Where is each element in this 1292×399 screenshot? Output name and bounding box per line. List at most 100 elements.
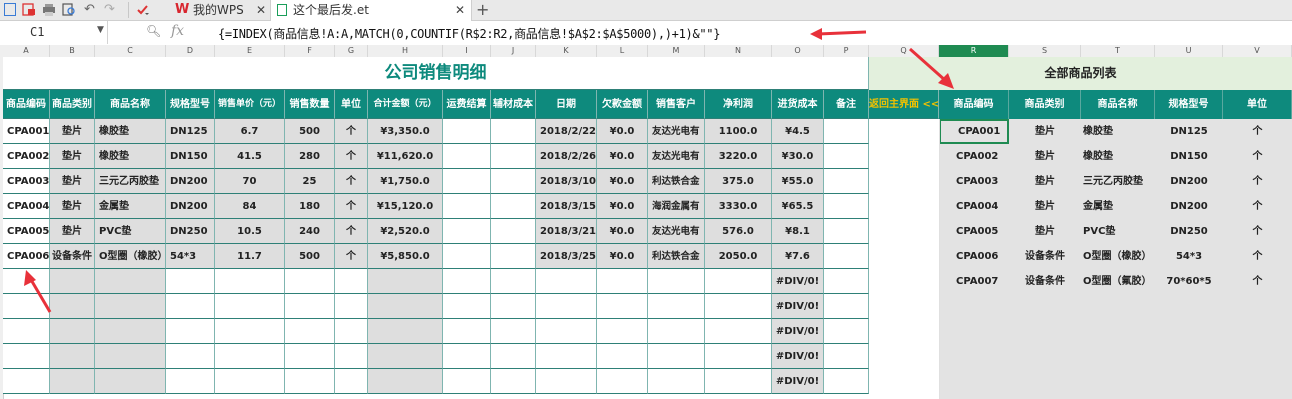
column-header-p[interactable]: P [824,45,869,57]
sales-cell-empty[interactable] [597,294,648,319]
sales-cell[interactable]: ¥65.5 [772,194,824,219]
sales-cell-empty[interactable] [285,294,335,319]
sales-cell[interactable]: 金属垫 [95,194,166,219]
sales-cell[interactable] [824,244,869,269]
product-cell[interactable]: CPA004 [939,194,1009,219]
sales-cell-empty[interactable] [368,294,443,319]
sales-cell[interactable]: 280 [285,144,335,169]
sales-cell[interactable]: 2018/2/22 [536,119,597,144]
sales-cell[interactable]: DN150 [166,144,215,169]
sales-cell-empty[interactable] [50,369,95,394]
sales-cell[interactable]: 375.0 [705,169,772,194]
sales-cell-empty[interactable]: #DIV/0! [772,269,824,294]
sales-cell[interactable]: ¥5,850.0 [368,244,443,269]
sales-cell[interactable]: 设备条件 [50,244,95,269]
sales-cell-empty[interactable] [166,319,215,344]
sales-cell[interactable]: 25 [285,169,335,194]
column-header-b[interactable]: B [50,45,95,57]
sales-cell[interactable]: ¥15,120.0 [368,194,443,219]
sales-cell-empty[interactable] [705,344,772,369]
back-to-main-link[interactable]: 返回主界面 << [869,90,939,119]
sales-cell-empty[interactable] [285,344,335,369]
zoom-icon[interactable]: 🔍︎ [146,24,161,38]
column-header-v[interactable]: V [1223,45,1292,57]
sales-cell-empty[interactable] [95,344,166,369]
sales-cell-empty[interactable] [597,319,648,344]
product-cell[interactable]: CPA002 [939,144,1009,169]
sales-cell[interactable]: 240 [285,219,335,244]
sales-cell[interactable]: ¥0.0 [597,219,648,244]
sales-cell-empty[interactable] [368,269,443,294]
sales-cell[interactable] [491,119,536,144]
sales-cell[interactable]: ¥0.0 [597,194,648,219]
product-cell[interactable]: CPA003 [939,169,1009,194]
sales-cell-empty[interactable] [3,369,50,394]
sales-cell[interactable]: 2018/3/21 [536,219,597,244]
sales-cell-empty[interactable] [491,319,536,344]
sales-cell-empty[interactable] [705,319,772,344]
sales-cell[interactable]: ¥11,620.0 [368,144,443,169]
print-preview-icon[interactable] [62,3,76,16]
sales-cell[interactable]: 180 [285,194,335,219]
sales-cell[interactable] [824,144,869,169]
sales-cell[interactable]: 垫片 [50,119,95,144]
sheet-grid[interactable]: 公司销售明细 商品编码 商品类别 商品名称 规格型号 销售单价（元） 销售数量 单位 合计金额（… [0,47,1292,399]
sales-cell[interactable] [824,119,869,144]
sales-cell[interactable]: PVC垫 [95,219,166,244]
sales-cell-empty[interactable] [95,319,166,344]
product-cell[interactable]: 个 [1223,269,1292,294]
sales-cell-empty[interactable] [335,319,368,344]
sales-cell[interactable]: ¥7.6 [772,244,824,269]
column-header-m[interactable]: M [648,45,705,57]
product-cell[interactable]: 垫片 [1009,219,1081,244]
sales-cell[interactable]: 2018/3/10 [536,169,597,194]
name-box[interactable]: C1 ▼ [0,21,108,44]
sales-cell-empty[interactable] [648,269,705,294]
sales-cell[interactable]: ¥55.0 [772,169,824,194]
column-header-n[interactable]: N [705,45,772,57]
sales-cell[interactable]: 海润金属有 [648,194,705,219]
sales-cell[interactable] [443,219,491,244]
column-header-c[interactable]: C [95,45,166,57]
sales-cell[interactable]: 垫片 [50,219,95,244]
sales-cell-empty[interactable] [368,369,443,394]
sales-cell[interactable]: 2018/2/26 [536,144,597,169]
sales-cell-empty[interactable] [705,269,772,294]
sales-cell[interactable]: DN200 [166,169,215,194]
product-cell[interactable]: 金属垫 [1081,194,1155,219]
sales-cell-empty[interactable] [95,369,166,394]
product-cell[interactable]: DN200 [1155,194,1223,219]
sales-cell-empty[interactable] [597,369,648,394]
sales-cell[interactable]: ¥8.1 [772,219,824,244]
sales-cell-empty[interactable]: #DIV/0! [772,294,824,319]
export-pdf-icon[interactable] [22,3,36,16]
sales-cell[interactable]: 个 [335,244,368,269]
column-header-s[interactable]: S [1009,45,1081,57]
sales-cell[interactable]: 个 [335,219,368,244]
sales-cell[interactable] [443,194,491,219]
sales-cell[interactable]: 6.7 [215,119,285,144]
sales-cell[interactable]: 500 [285,244,335,269]
sales-cell-empty[interactable] [491,294,536,319]
sales-cell-empty[interactable]: #DIV/0! [772,344,824,369]
sales-cell[interactable] [491,244,536,269]
sales-cell-empty[interactable] [285,319,335,344]
column-header-o[interactable]: O [772,45,824,57]
product-cell[interactable]: 垫片 [1009,119,1081,144]
sales-cell[interactable]: CPA004 [3,194,50,219]
column-header-l[interactable]: L [597,45,648,57]
product-cell[interactable]: 个 [1223,219,1292,244]
sales-cell-empty[interactable] [705,294,772,319]
tab-my-wps[interactable]: W 我的WPS ✕ [160,0,270,20]
sales-cell-empty[interactable] [335,369,368,394]
column-header-f[interactable]: F [285,45,335,57]
sales-cell-empty[interactable]: #DIV/0! [772,369,824,394]
sales-cell-empty[interactable] [443,319,491,344]
sales-cell[interactable] [824,169,869,194]
chevron-down-icon[interactable]: ▼ [97,25,104,35]
product-cell[interactable]: 垫片 [1009,194,1081,219]
sales-cell-empty[interactable] [491,369,536,394]
sales-cell-empty[interactable] [215,369,285,394]
sales-cell-empty[interactable] [443,294,491,319]
sales-cell[interactable]: ¥0.0 [597,244,648,269]
